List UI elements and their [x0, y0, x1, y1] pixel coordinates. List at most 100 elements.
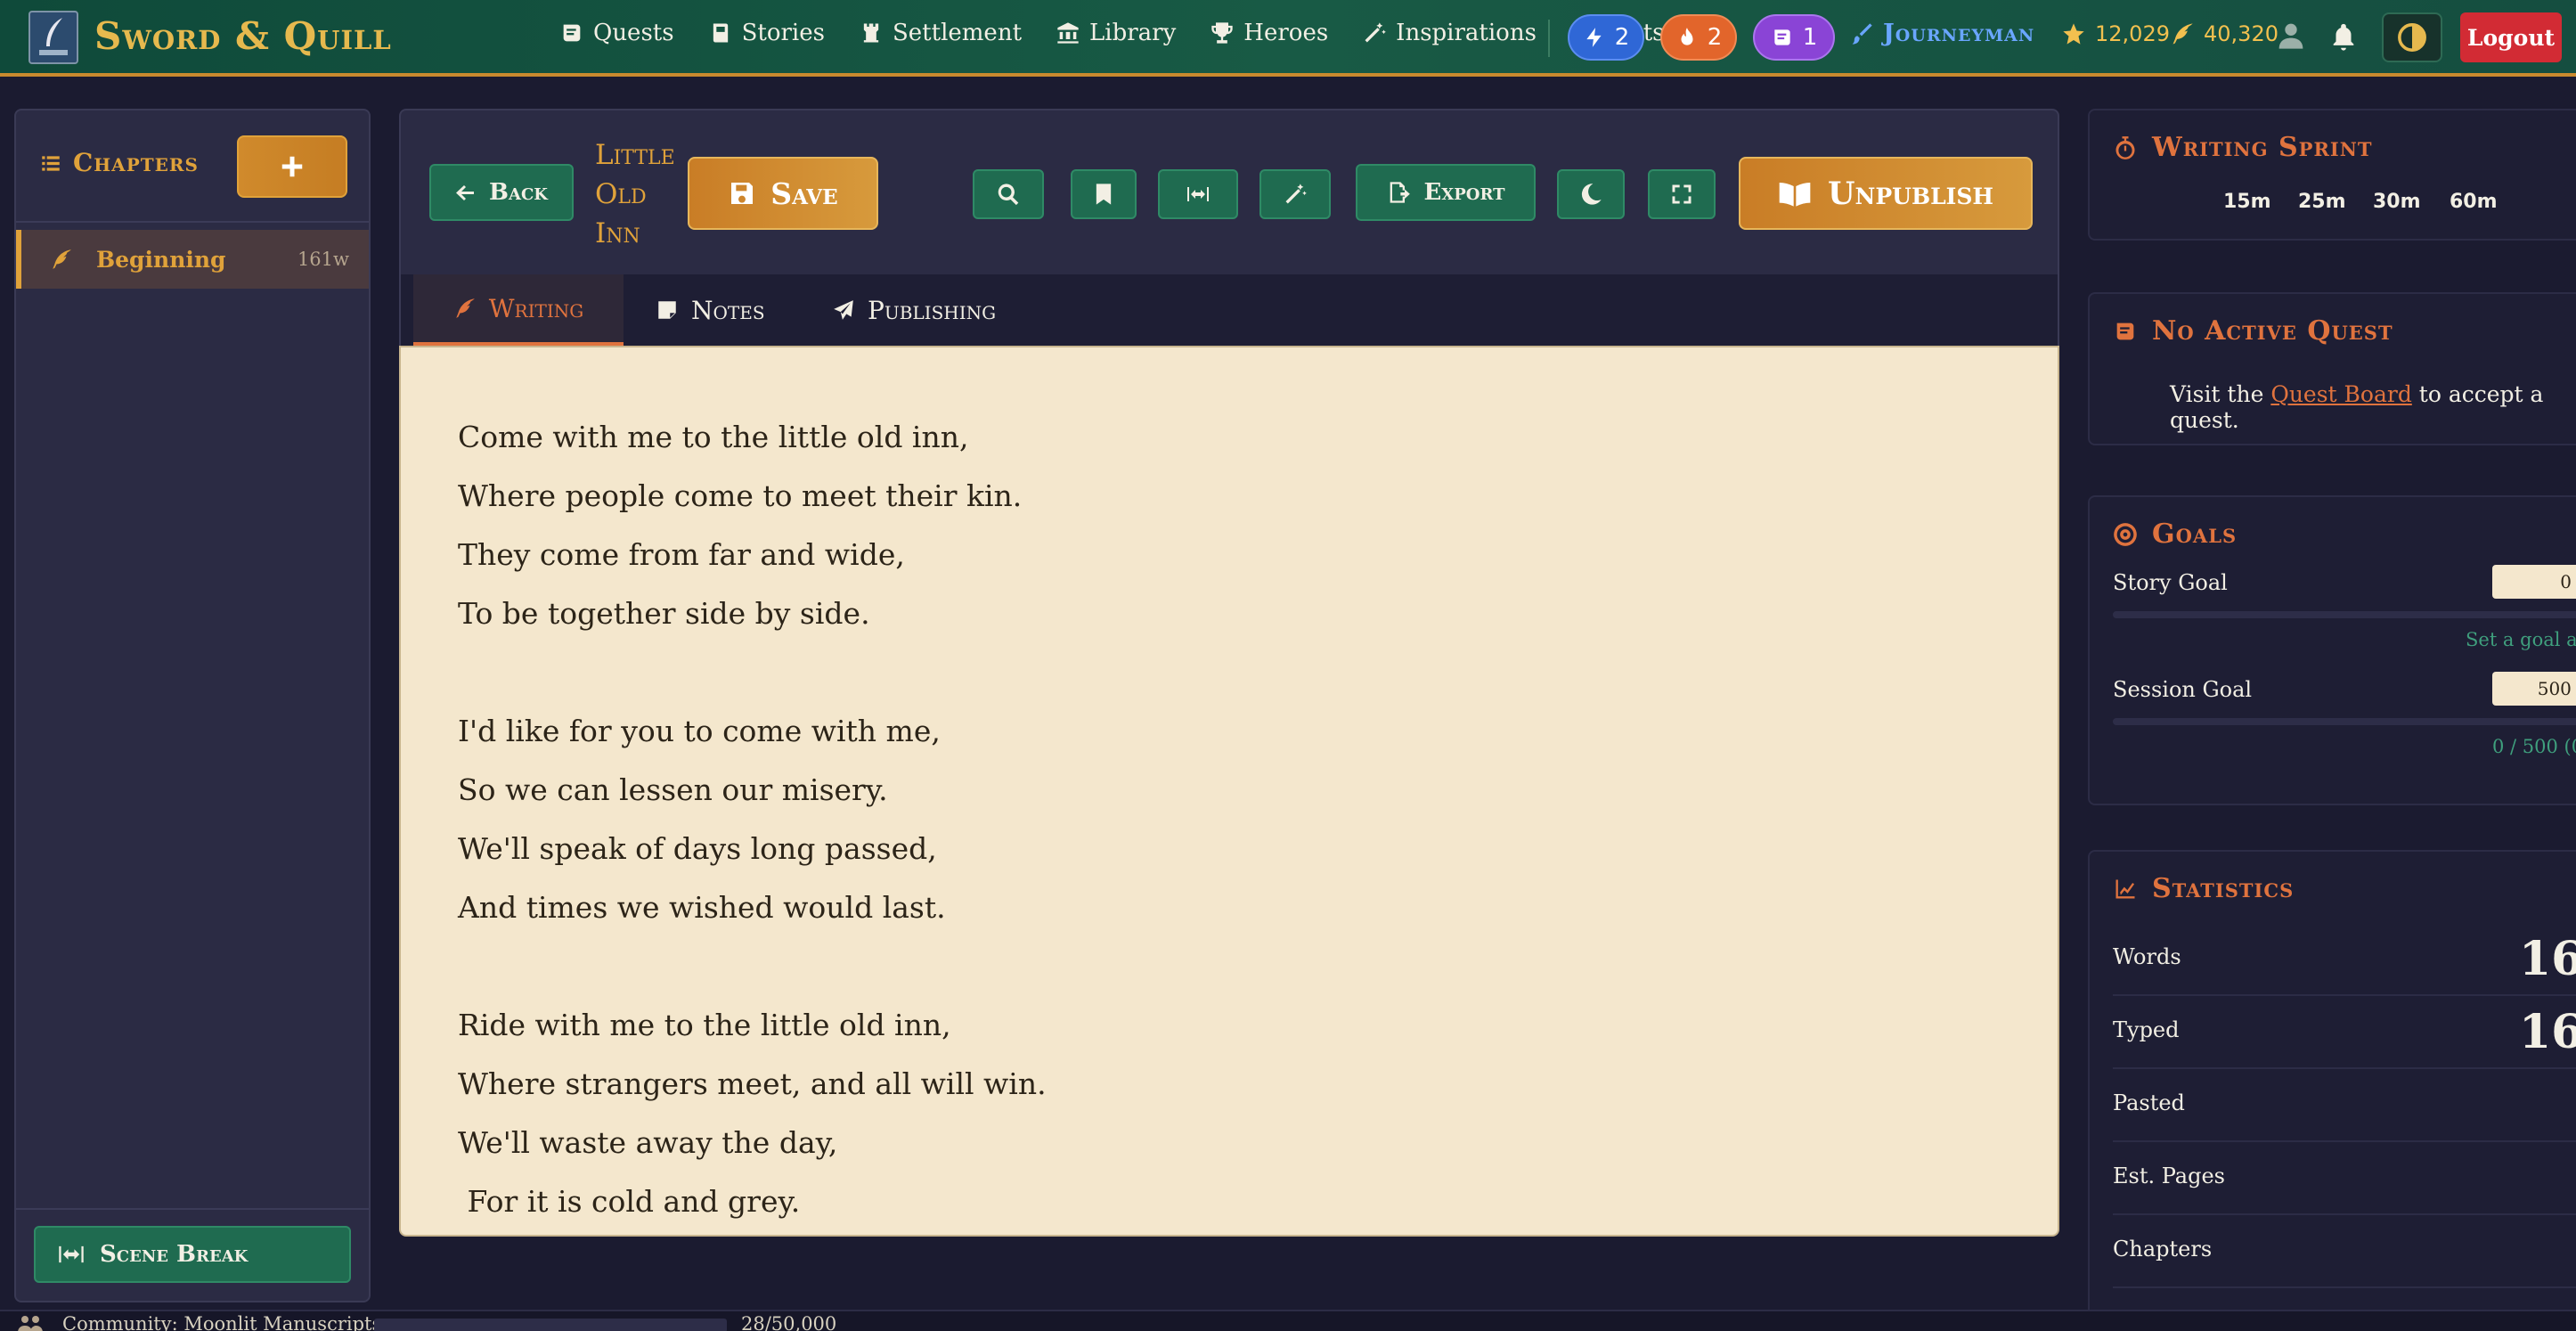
- sprint-option-15m[interactable]: 15m: [2223, 191, 2271, 213]
- messages-badge[interactable]: 1: [1753, 14, 1835, 61]
- document-title[interactable]: Little Old Inn: [595, 135, 693, 253]
- back-label: Back: [489, 179, 548, 206]
- quest-board-link[interactable]: Quest Board: [2270, 381, 2412, 407]
- main-nav: Quests Stories Settlement Library Heroes…: [559, 20, 1699, 46]
- quest-title: No Active Quest: [2152, 315, 2393, 347]
- export-label: Export: [1423, 179, 1505, 206]
- lightning-icon: [1586, 28, 1602, 47]
- target-icon: [2114, 522, 2137, 546]
- stat-pasted-label: Pasted: [2113, 1090, 2185, 1115]
- tab-publishing[interactable]: Publishing: [832, 274, 996, 346]
- brand-name[interactable]: Sword & Quill: [94, 14, 392, 58]
- sprint-option-30m[interactable]: 30m: [2373, 191, 2421, 213]
- editor-toolbar: Back Little Old Inn Save Export Unpublis…: [399, 109, 2059, 274]
- stat-typed: Typed 164: [2113, 996, 2576, 1069]
- book-icon: [713, 23, 728, 43]
- back-button[interactable]: Back: [429, 164, 574, 221]
- trophy-icon: [1211, 22, 1233, 44]
- title-line-2: Old: [595, 178, 647, 210]
- community-label[interactable]: Community: Moonlit Manuscripts:: [62, 1313, 387, 1331]
- tab-notes[interactable]: Notes: [656, 274, 765, 346]
- chapter-name: Beginning: [96, 246, 226, 273]
- writing-sprint-card: Writing Sprint 15m 25m 30m 60m: [2088, 109, 2576, 241]
- energy-badge[interactable]: 2: [1568, 14, 1644, 61]
- save-label: Save: [770, 176, 838, 211]
- add-chapter-button[interactable]: [237, 135, 347, 198]
- dark-mode-button[interactable]: [1557, 169, 1625, 219]
- nav-heroes[interactable]: Heroes: [1210, 20, 1328, 46]
- stars-counter: 12,029: [2061, 21, 2170, 46]
- chapters-title: Chapters: [73, 148, 199, 177]
- magic-button[interactable]: [1259, 169, 1331, 219]
- scene-break-button[interactable]: Scene Break: [34, 1226, 351, 1283]
- list-icon: [42, 155, 60, 171]
- statistics-title: Statistics: [2152, 873, 2295, 904]
- tab-writing[interactable]: Writing: [413, 274, 624, 346]
- poem-line: To be together side by side.: [458, 596, 870, 631]
- user-icon[interactable]: [2277, 20, 2305, 52]
- unpublish-button[interactable]: Unpublish: [1739, 157, 2033, 230]
- bell-icon[interactable]: [2328, 20, 2359, 53]
- story-goal-hint: Set a goal abo: [2466, 629, 2576, 650]
- nav-inspirations[interactable]: Inspirations: [1362, 20, 1537, 46]
- sprint-title: Writing Sprint: [2152, 132, 2373, 163]
- moon-icon: [1581, 184, 1602, 205]
- story-goal-progress: [2113, 611, 2576, 618]
- editor-tabs: Writing Notes Publishing: [399, 274, 2059, 346]
- title-line-1: Little: [595, 139, 675, 171]
- nav-library[interactable]: Library: [1056, 20, 1176, 46]
- session-goal-status: 0 / 500 (0: [2492, 736, 2576, 757]
- quills-value: 40,320: [2204, 21, 2278, 46]
- arrow-left-icon: [456, 185, 475, 200]
- theme-toggle-button[interactable]: [2382, 12, 2442, 62]
- story-goal-input[interactable]: 0 3: [2492, 565, 2576, 599]
- wand-icon: [1285, 184, 1307, 204]
- chapters-heading: Chapters: [39, 148, 199, 177]
- sticky-note-icon: [658, 301, 676, 319]
- editor-paper[interactable]: Come with me to the little old inn, Wher…: [399, 346, 2059, 1237]
- nav-stories[interactable]: Stories: [708, 20, 825, 46]
- stat-words: Words 16: [2113, 923, 2576, 996]
- poem-line: And times we wished would last.: [458, 890, 946, 925]
- stat-words-label: Words: [2113, 944, 2181, 969]
- quest-heading: No Active Quest: [2113, 315, 2393, 347]
- bookmark-button[interactable]: [1071, 169, 1137, 219]
- community-footer: Community: Moonlit Manuscripts: 28/50,00…: [0, 1310, 2576, 1331]
- nav-quests[interactable]: Quests: [559, 20, 674, 46]
- stat-typed-label: Typed: [2113, 1017, 2180, 1042]
- open-book-icon: [1779, 183, 1811, 207]
- tab-writing-label: Writing: [488, 293, 584, 323]
- poem-line: I'd like for you to come with me,: [458, 714, 941, 748]
- nav-settlement-label: Settlement: [892, 20, 1023, 46]
- quills-counter: 40,320: [2170, 21, 2278, 46]
- session-goal-input[interactable]: 500 3: [2492, 672, 2576, 706]
- fullscreen-button[interactable]: [1648, 169, 1716, 219]
- text-width-button[interactable]: [1158, 169, 1238, 219]
- goals-card: Goals Story Goal 0 3 Set a goal abo Sess…: [2088, 495, 2576, 805]
- sprint-option-25m[interactable]: 25m: [2298, 191, 2346, 213]
- scene-break-label: Scene Break: [100, 1241, 249, 1268]
- save-button[interactable]: Save: [688, 157, 878, 230]
- brush-icon: [1852, 22, 1872, 45]
- logo[interactable]: [29, 11, 78, 64]
- community-progress-bar: [374, 1319, 727, 1331]
- logout-button[interactable]: Logout: [2460, 12, 2562, 62]
- chapter-item-beginning[interactable]: Beginning 161w: [16, 230, 369, 289]
- session-goal-label: Session Goal: [2113, 677, 2253, 702]
- nav-stories-label: Stories: [741, 20, 825, 46]
- streak-badge[interactable]: 2: [1660, 14, 1737, 61]
- library-icon: [1057, 22, 1079, 44]
- poem-text[interactable]: Come with me to the little old inn, Wher…: [458, 408, 1047, 1231]
- stopwatch-icon: [2115, 135, 2135, 159]
- paper-plane-icon: [834, 300, 853, 320]
- nav-heroes-label: Heroes: [1243, 20, 1329, 46]
- rank-label[interactable]: Journeyman: [1849, 20, 2034, 47]
- stat-est-pages: Est. Pages: [2113, 1142, 2576, 1215]
- nav-settlement[interactable]: Settlement: [859, 20, 1022, 46]
- export-button[interactable]: Export: [1356, 164, 1536, 221]
- sprint-option-60m[interactable]: 60m: [2450, 191, 2498, 213]
- unpublish-label: Unpublish: [1827, 175, 1994, 212]
- active-quest-card: No Active Quest Visit the Quest Board to…: [2088, 292, 2576, 445]
- search-button[interactable]: [973, 169, 1044, 219]
- search-icon: [998, 184, 1019, 206]
